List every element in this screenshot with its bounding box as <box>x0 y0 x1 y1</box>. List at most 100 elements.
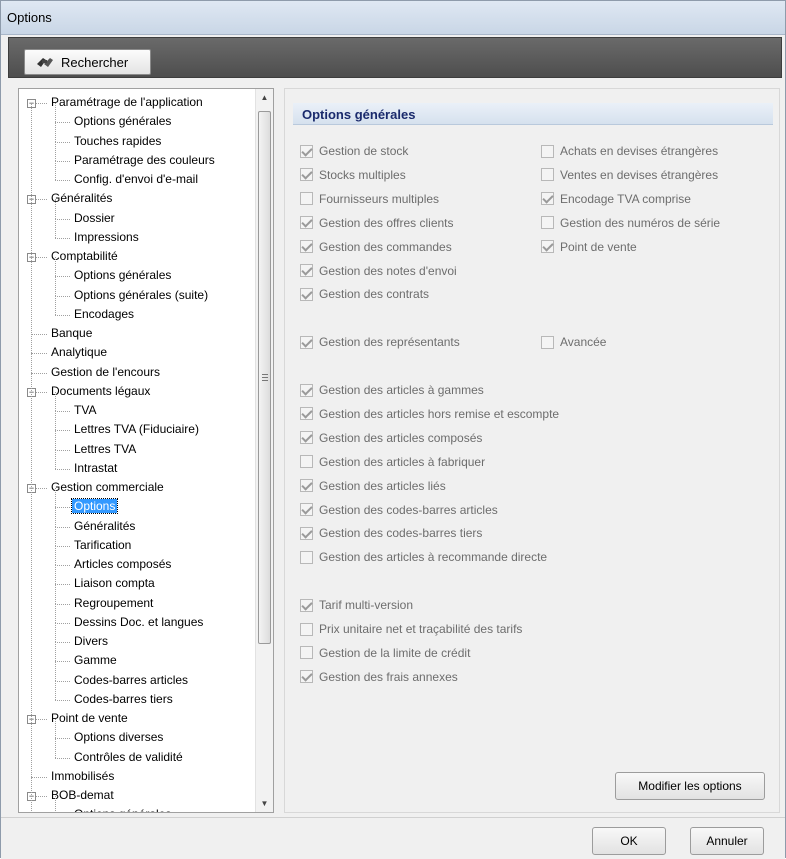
tree-node[interactable]: Comptabilité <box>49 247 120 266</box>
checkbox-checked-icon[interactable] <box>300 264 313 277</box>
option-checkbox[interactable]: Avancée <box>541 334 606 350</box>
tree-leaf[interactable]: Lettres TVA (Fiduciaire) <box>72 420 201 439</box>
options-content-panel: Options générales Modifier les options G… <box>284 88 780 813</box>
option-checkbox[interactable]: Prix unitaire net et traçabilité des tar… <box>300 621 522 637</box>
cancel-button[interactable]: Annuler <box>690 827 764 855</box>
tree-leaf[interactable]: Intrastat <box>72 459 119 478</box>
checkbox-checked-icon[interactable] <box>300 144 313 158</box>
checkbox-checked-icon[interactable] <box>300 670 313 684</box>
option-checkbox[interactable]: Fournisseurs multiples <box>300 191 439 207</box>
scroll-down-arrow-icon[interactable]: ▼ <box>256 795 273 812</box>
option-checkbox[interactable]: Ventes en devises étrangères <box>541 167 718 183</box>
option-checkbox[interactable]: Gestion des numéros de série <box>541 215 720 231</box>
tree-node[interactable]: Généralités <box>49 189 114 208</box>
option-checkbox[interactable]: Gestion des articles à fabriquer <box>300 454 485 470</box>
option-checkbox[interactable]: Gestion des articles composés <box>300 430 482 446</box>
tree-scrollbar[interactable]: ▲ ▼ <box>255 89 273 812</box>
checkbox-checked-icon[interactable] <box>300 503 313 516</box>
tree-leaf[interactable]: Contrôles de validité <box>72 748 185 767</box>
checkbox-unchecked-icon[interactable] <box>300 455 313 469</box>
checkbox-unchecked-icon[interactable] <box>300 622 313 636</box>
option-checkbox[interactable]: Gestion des contrats <box>300 286 429 302</box>
option-checkbox[interactable]: Gestion des frais annexes <box>300 669 458 685</box>
scroll-thumb[interactable] <box>258 111 271 644</box>
checkbox-unchecked-icon[interactable] <box>300 192 313 206</box>
tree-leaf[interactable]: Articles composés <box>72 555 173 574</box>
options-tree[interactable]: Paramétrage de l'application − Options gén… <box>18 88 274 813</box>
option-checkbox[interactable]: Gestion de la limite de crédit <box>300 645 470 661</box>
tree-node[interactable]: Paramétrage de l'application <box>49 93 205 112</box>
checkbox-checked-icon[interactable] <box>541 192 554 206</box>
option-checkbox[interactable]: Gestion des représentants <box>300 334 460 350</box>
checkbox-checked-icon[interactable] <box>300 431 313 445</box>
checkbox-checked-icon[interactable] <box>300 598 313 612</box>
option-checkbox[interactable]: Gestion de stock <box>300 143 408 159</box>
tree-leaf[interactable]: Options générales (suite) <box>72 286 210 305</box>
option-checkbox[interactable]: Tarif multi-version <box>300 597 413 613</box>
tree-leaf[interactable]: Regroupement <box>72 594 155 613</box>
checkbox-checked-icon[interactable] <box>300 407 313 421</box>
tree-leaf[interactable]: Options générales <box>72 805 173 812</box>
tree-leaf[interactable]: Gamme <box>72 651 119 670</box>
checkbox-unchecked-icon[interactable] <box>541 216 554 230</box>
tree-leaf[interactable]: Encodages <box>72 305 136 324</box>
option-checkbox[interactable]: Encodage TVA comprise <box>541 191 691 207</box>
option-checkbox[interactable]: Gestion des codes-barres tiers <box>300 525 482 541</box>
tree-leaf[interactable]: Options générales <box>72 112 173 131</box>
tree-leaf[interactable]: Dessins Doc. et langues <box>72 613 205 632</box>
tree-leaf[interactable]: Dossier <box>72 209 117 228</box>
tree-node[interactable]: Gestion de l'encours <box>49 363 162 382</box>
tree-leaf[interactable]: Divers <box>72 632 110 651</box>
tree-leaf[interactable]: Options générales <box>72 266 173 285</box>
option-checkbox[interactable]: Gestion des commandes <box>300 239 452 255</box>
checkbox-checked-icon[interactable] <box>300 479 313 493</box>
tree-node[interactable]: Documents légaux <box>49 382 152 401</box>
tree-leaf[interactable]: Options diverses <box>72 728 165 747</box>
ok-button[interactable]: OK <box>592 827 666 855</box>
search-button[interactable]: Rechercher <box>24 49 151 75</box>
tree-leaf[interactable]: Options <box>70 497 119 516</box>
tree-leaf[interactable]: Touches rapides <box>72 132 163 151</box>
tree-node[interactable]: Gestion commerciale <box>49 478 166 497</box>
option-checkbox[interactable]: Gestion des articles hors remise et esco… <box>300 406 559 422</box>
tree-node[interactable]: BOB-demat <box>49 786 116 805</box>
checkbox-unchecked-icon[interactable] <box>300 646 313 660</box>
checkbox-checked-icon[interactable] <box>541 240 554 254</box>
checkbox-checked-icon[interactable] <box>300 168 313 182</box>
checkbox-unchecked-icon[interactable] <box>300 550 313 564</box>
modify-options-button[interactable]: Modifier les options <box>615 772 765 800</box>
checkbox-unchecked-icon[interactable] <box>541 144 554 158</box>
checkbox-checked-icon[interactable] <box>300 240 313 254</box>
tree-node[interactable]: Banque <box>49 324 94 343</box>
checkbox-checked-icon[interactable] <box>300 526 313 540</box>
tree-node[interactable]: Point de vente <box>49 709 130 728</box>
option-checkbox[interactable]: Gestion des offres clients <box>300 215 454 231</box>
tree-leaf[interactable]: Tarification <box>72 536 133 555</box>
option-checkbox[interactable]: Point de vente <box>541 239 637 255</box>
checkbox-checked-icon[interactable] <box>300 216 313 230</box>
checkbox-checked-icon[interactable] <box>300 287 313 301</box>
tree-leaf[interactable]: Impressions <box>72 228 141 247</box>
tree-leaf[interactable]: Paramétrage des couleurs <box>72 151 217 170</box>
checkbox-unchecked-icon[interactable] <box>541 168 554 182</box>
tree-leaf[interactable]: Codes-barres articles <box>72 671 190 690</box>
tree-leaf[interactable]: Config. d'envoi d'e-mail <box>72 170 200 189</box>
option-checkbox[interactable]: Achats en devises étrangères <box>541 143 718 159</box>
checkbox-checked-icon[interactable] <box>300 383 313 397</box>
tree-leaf[interactable]: Codes-barres tiers <box>72 690 175 709</box>
option-checkbox[interactable]: Gestion des articles à gammes <box>300 382 484 398</box>
option-checkbox[interactable]: Gestion des articles liés <box>300 478 446 494</box>
option-checkbox[interactable]: Gestion des notes d'envoi <box>300 263 457 279</box>
option-checkbox[interactable]: Stocks multiples <box>300 167 406 183</box>
checkbox-checked-icon[interactable] <box>300 335 313 349</box>
tree-node[interactable]: Analytique <box>49 343 109 362</box>
option-checkbox[interactable]: Gestion des codes-barres articles <box>300 502 498 518</box>
tree-node[interactable]: Immobilisés <box>49 767 116 786</box>
checkbox-unchecked-icon[interactable] <box>541 335 554 349</box>
tree-leaf[interactable]: Généralités <box>72 517 137 536</box>
scroll-up-arrow-icon[interactable]: ▲ <box>256 89 273 106</box>
tree-leaf[interactable]: Lettres TVA <box>72 440 138 459</box>
tree-leaf[interactable]: Liaison compta <box>72 574 157 593</box>
tree-leaf[interactable]: TVA <box>72 401 98 420</box>
option-checkbox[interactable]: Gestion des articles à recommande direct… <box>300 549 547 565</box>
